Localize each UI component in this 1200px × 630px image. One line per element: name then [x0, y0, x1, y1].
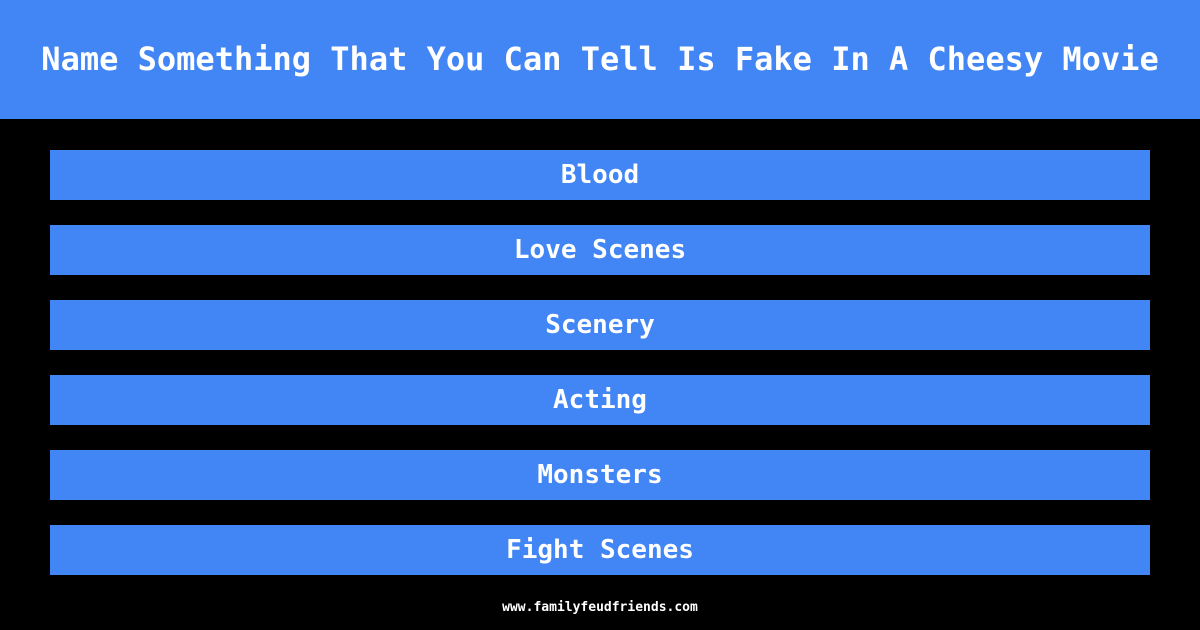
question-header: Name Something That You Can Tell Is Fake…: [0, 0, 1200, 119]
answer-label: Monsters: [537, 460, 663, 490]
answer-row[interactable]: Scenery: [50, 300, 1150, 350]
website-url[interactable]: www.familyfeudfriends.com: [502, 600, 698, 615]
answer-row[interactable]: Monsters: [50, 450, 1150, 500]
site-footer: www.familyfeudfriends.com: [0, 596, 1200, 615]
answer-row[interactable]: Blood: [50, 150, 1150, 200]
answer-label: Fight Scenes: [506, 535, 694, 565]
answer-row[interactable]: Acting: [50, 375, 1150, 425]
answer-label: Love Scenes: [513, 235, 687, 265]
answer-label: Acting: [553, 385, 647, 415]
answer-label: Scenery: [545, 310, 655, 340]
answer-row[interactable]: Love Scenes: [50, 225, 1150, 275]
question-title: Name Something That You Can Tell Is Fake…: [41, 39, 1159, 78]
answers-list: Blood Love Scenes Scenery Acting Monster…: [0, 119, 1200, 630]
family-feud-answer-card: Name Something That You Can Tell Is Fake…: [0, 0, 1200, 630]
answer-label: Blood: [560, 160, 640, 190]
answer-row[interactable]: Fight Scenes: [50, 525, 1150, 575]
